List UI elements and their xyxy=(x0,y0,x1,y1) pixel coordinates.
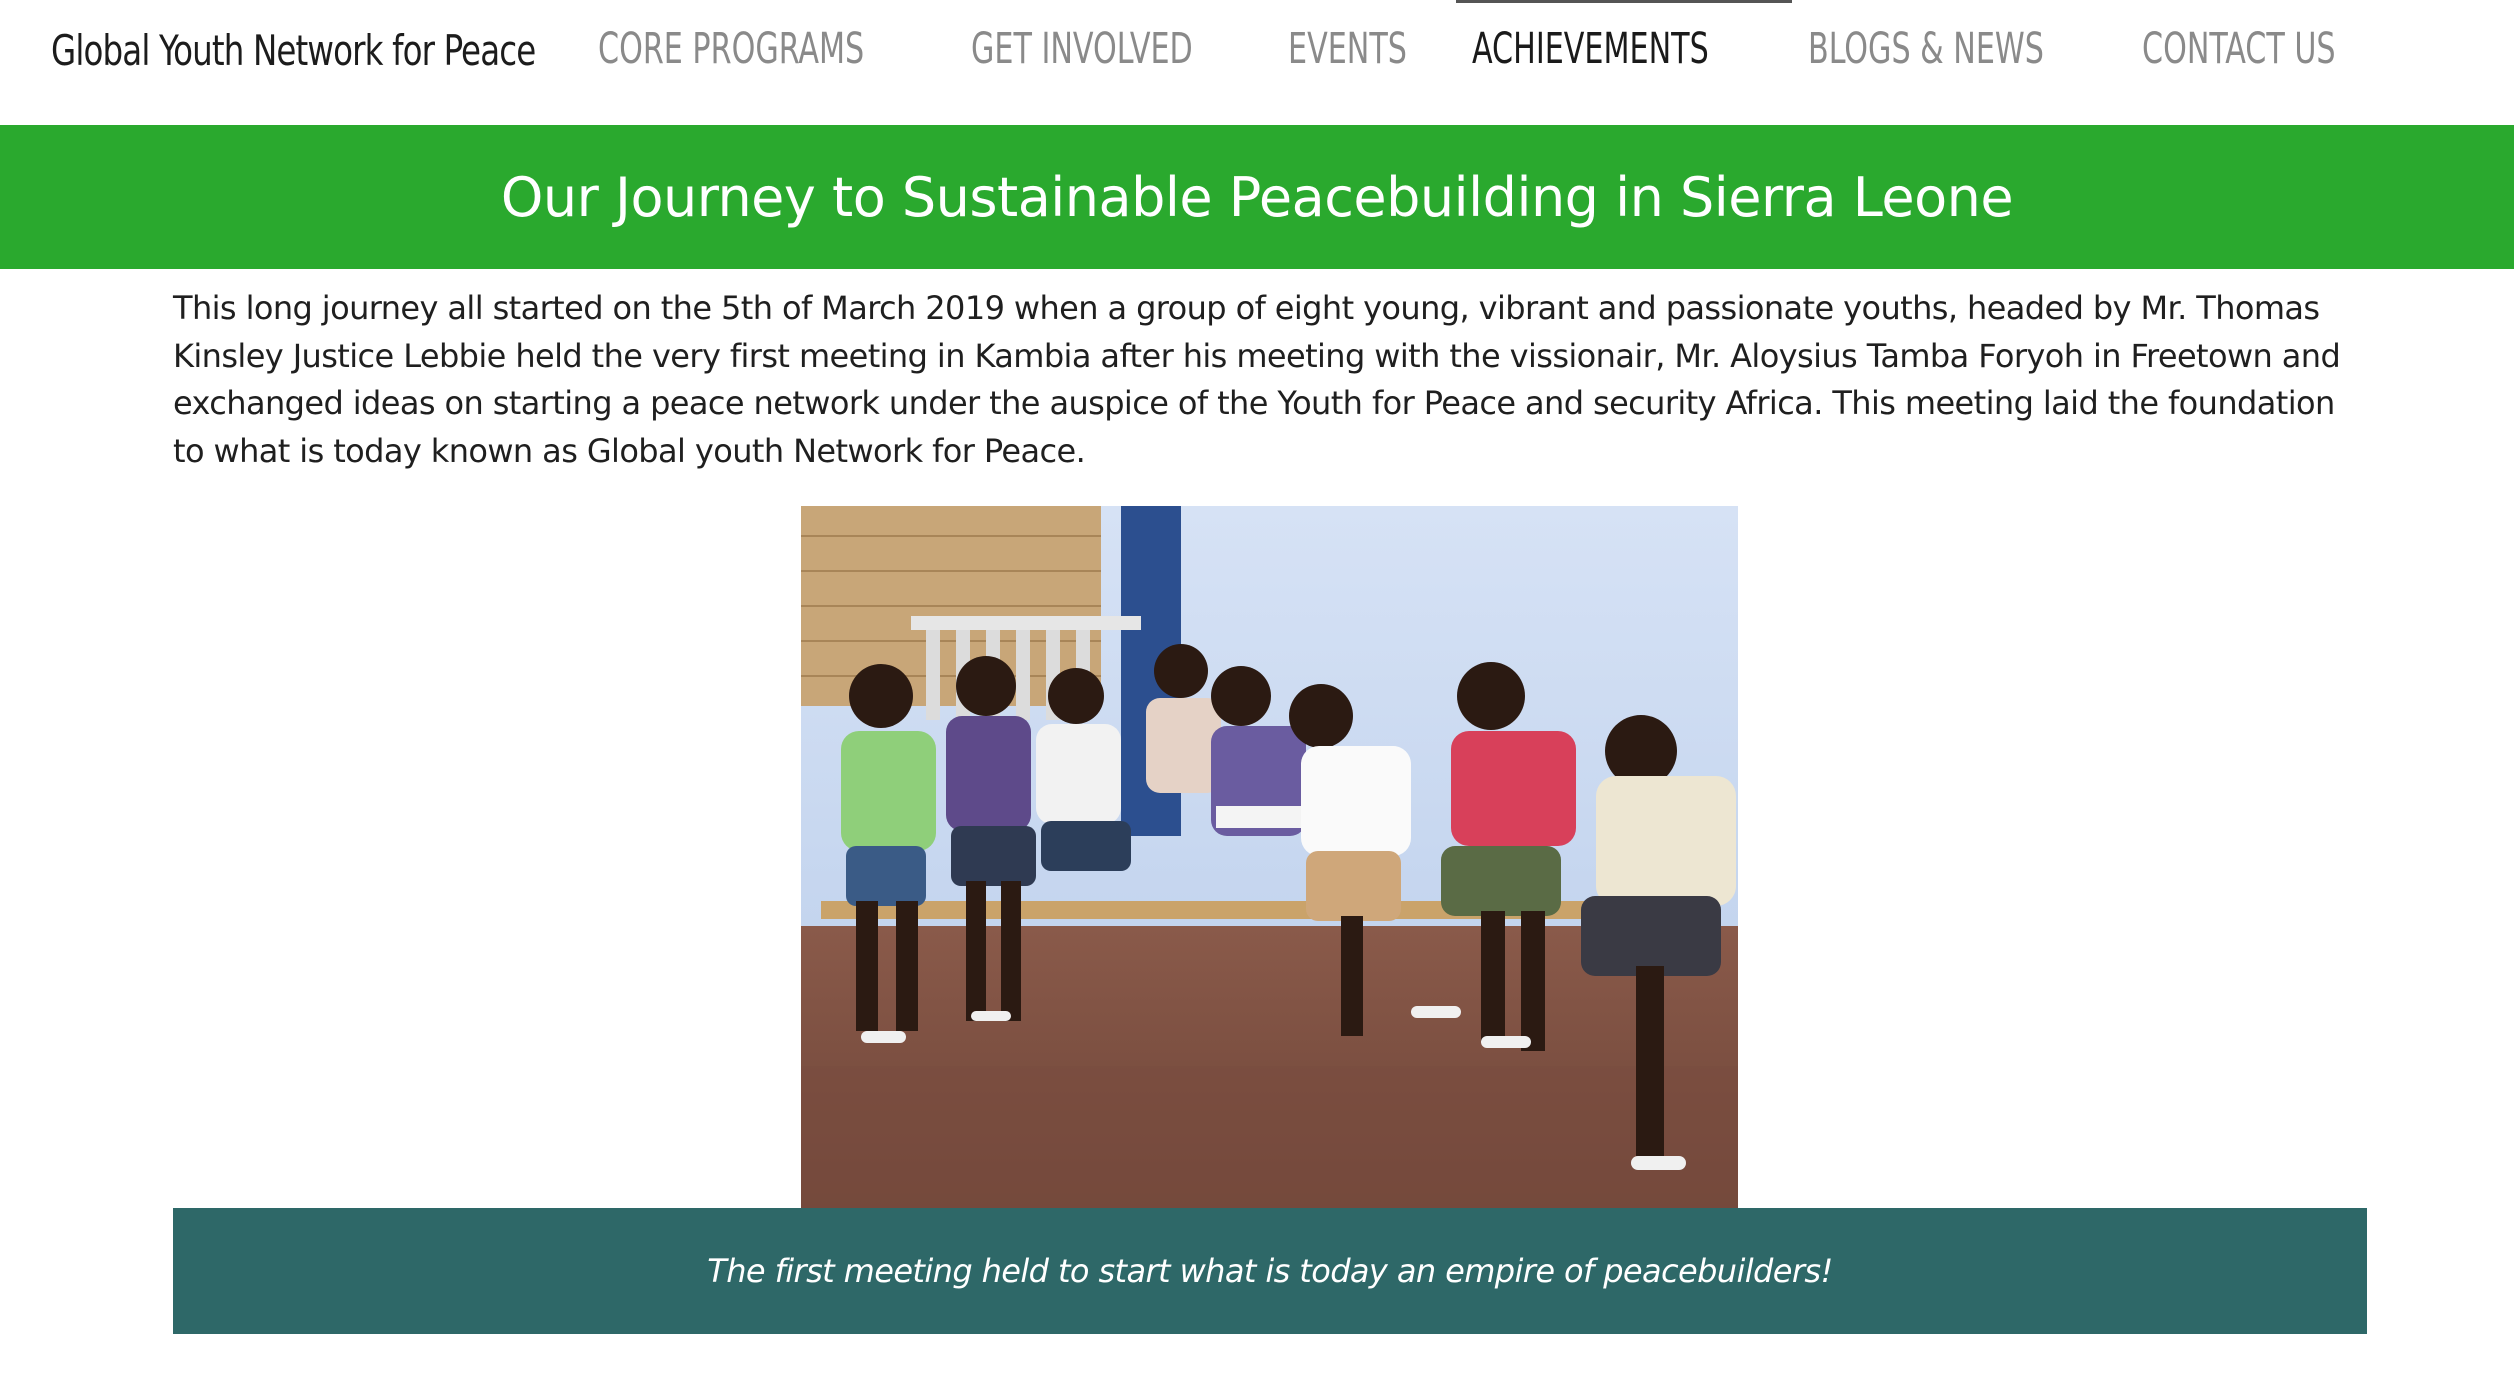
nav-item-achievements[interactable]: ACHIEVEMENTS xyxy=(1456,0,1792,100)
site-brand[interactable]: Global Youth Network for Peace xyxy=(51,26,536,75)
page-title: Our Journey to Sustainable Peacebuilding… xyxy=(500,165,2014,229)
nav-item-blogs-news[interactable]: BLOGS & NEWS xyxy=(1792,0,2126,100)
nav-item-core-programs[interactable]: CORE PROGRAMS xyxy=(582,0,955,100)
nav-item-contact-us[interactable]: CONTACT US xyxy=(2126,0,2406,100)
intro-paragraph: This long journey all started on the 5th… xyxy=(173,289,2341,470)
photo-caption-text: The first meeting held to start what is … xyxy=(707,1252,1833,1290)
meeting-photo xyxy=(801,506,1738,1208)
nav-item-events[interactable]: EVENTS xyxy=(1272,0,1456,100)
photo-caption: The first meeting held to start what is … xyxy=(173,1208,2367,1334)
site-header: Global Youth Network for Peace CORE PROG… xyxy=(0,0,2514,125)
nav-item-get-involved[interactable]: GET INVOLVED xyxy=(955,0,1271,100)
page-banner: Our Journey to Sustainable Peacebuilding… xyxy=(0,125,2514,269)
main-nav: CORE PROGRAMS GET INVOLVED EVENTS ACHIEV… xyxy=(582,0,2406,100)
